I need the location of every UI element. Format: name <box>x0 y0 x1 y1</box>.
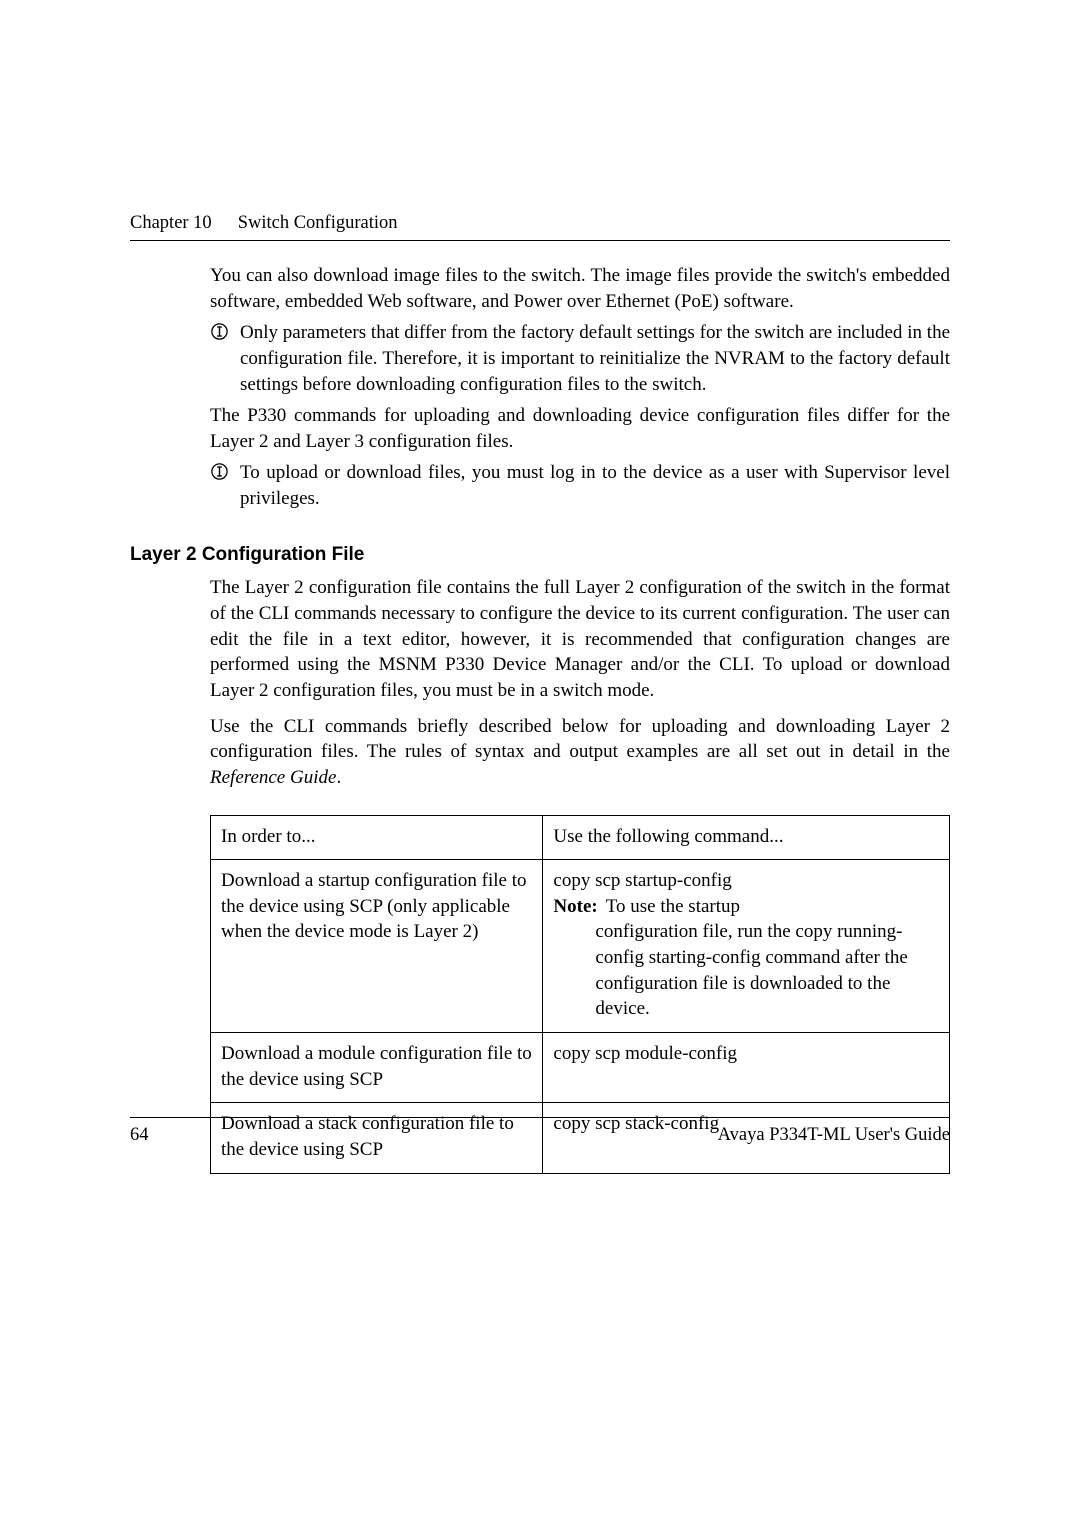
section-heading: Layer 2 Configuration File <box>130 542 950 568</box>
table-note: Note:To use the startup <box>553 894 939 920</box>
note-label: Note: <box>553 894 597 920</box>
info-icon <box>210 463 228 481</box>
paragraph: Use the CLI commands briefly described b… <box>210 714 950 791</box>
command-text: copy scp startup-config <box>553 868 939 894</box>
reference-title: Reference Guide <box>210 767 336 788</box>
paragraph: You can also download image files to the… <box>210 263 950 314</box>
footer-rule <box>130 1117 950 1118</box>
header-rule <box>130 240 950 241</box>
command-table: In order to... Use the following command… <box>210 815 950 1174</box>
text-run: Use the CLI commands briefly described b… <box>210 716 950 763</box>
note-first-line: To use the startup <box>602 894 939 920</box>
table-cell: Download a startup configuration file to… <box>211 860 543 1033</box>
info-note: To upload or download files, you must lo… <box>210 460 950 511</box>
table-header-row: In order to... Use the following command… <box>211 815 950 860</box>
body-text-block: You can also download image files to the… <box>210 263 950 1174</box>
table-cell: Download a module configuration file to … <box>211 1032 543 1102</box>
text-run: . <box>336 767 341 788</box>
table-row: Download a module configuration file to … <box>211 1032 950 1102</box>
table-header-cell: In order to... <box>211 815 543 860</box>
table-header-cell: Use the following command... <box>543 815 950 860</box>
chapter-title: Switch Configuration <box>238 211 398 236</box>
info-icon <box>210 323 228 341</box>
info-note-text: To upload or download files, you must lo… <box>240 460 950 511</box>
table-cell: copy scp module-config <box>543 1032 950 1102</box>
paragraph: The Layer 2 configuration file contains … <box>210 575 950 703</box>
page-footer: 64 Avaya P334T-ML User's Guide <box>130 1123 950 1148</box>
paragraph: The P330 commands for uploading and down… <box>210 403 950 454</box>
table-cell: copy scp startup-config Note:To use the … <box>543 860 950 1033</box>
page-number: 64 <box>130 1123 149 1148</box>
guide-title: Avaya P334T-ML User's Guide <box>718 1123 950 1148</box>
info-note-text: Only parameters that differ from the fac… <box>240 320 950 397</box>
page: Chapter 10 Switch Configuration You can … <box>0 0 1080 1527</box>
table-row: Download a startup configuration file to… <box>211 860 950 1033</box>
chapter-number: Chapter 10 <box>130 211 212 236</box>
info-note: Only parameters that differ from the fac… <box>210 320 950 397</box>
note-continuation: configuration file, run the copy running… <box>595 919 939 1022</box>
running-header: Chapter 10 Switch Configuration <box>130 211 950 236</box>
